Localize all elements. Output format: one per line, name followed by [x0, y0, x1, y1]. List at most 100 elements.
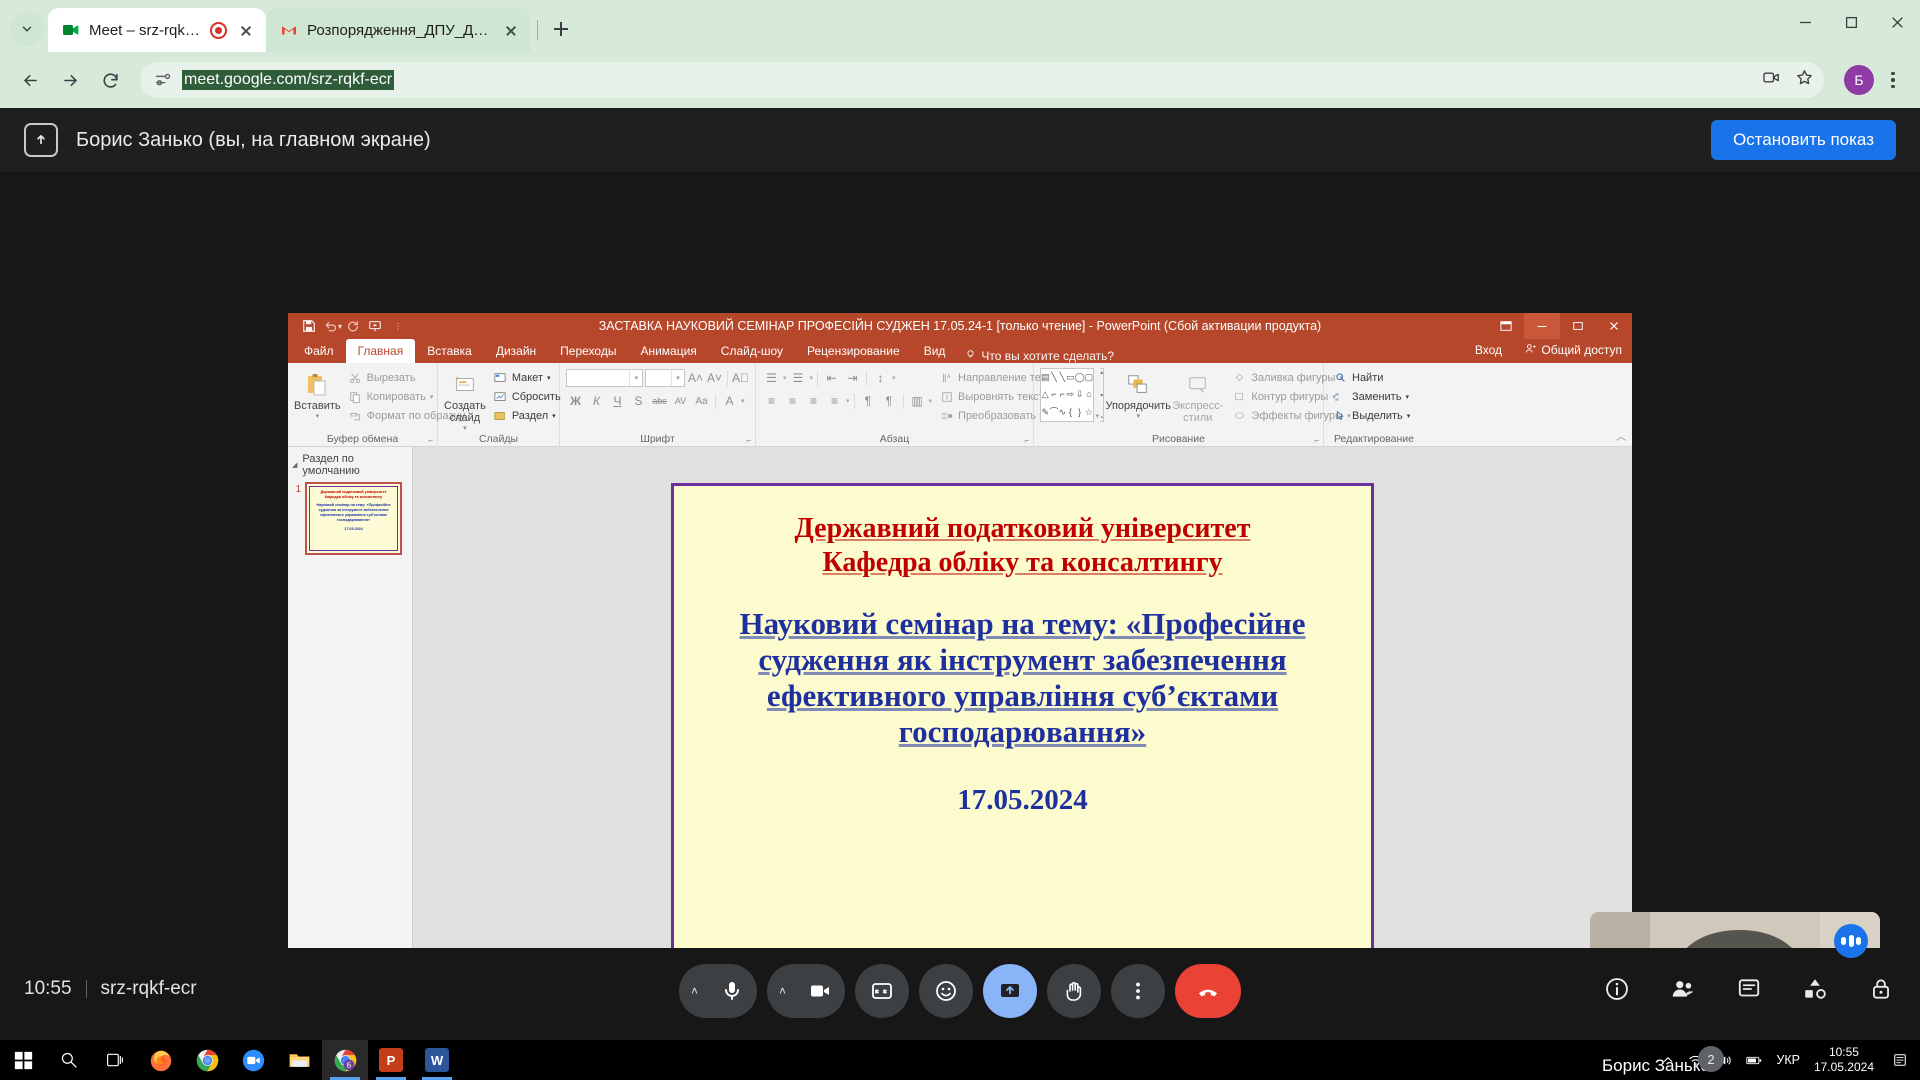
clear-formatting-button[interactable]: A⃠: [732, 369, 749, 388]
back-button[interactable]: [12, 62, 48, 98]
font-name-box[interactable]: ▾: [566, 369, 644, 387]
shapes-gallery[interactable]: ▤ ╲ ╲ ▭ ◯ ▢ △ ⌐ ⌐ ⇨ ⇩ ⌂ ✎ ⌒ ∿ {} ☆: [1040, 368, 1095, 422]
reactions-button[interactable]: [919, 964, 973, 1018]
replace-button[interactable]: ab ac Заменить ▾: [1330, 387, 1413, 406]
sign-in-link[interactable]: Вход: [1475, 343, 1502, 357]
change-case-button[interactable]: Aa: [692, 392, 711, 411]
ribbon-tab-view[interactable]: Вид: [912, 339, 958, 363]
shape-triangle-icon[interactable]: △: [1042, 390, 1049, 399]
collapse-ribbon-icon[interactable]: ︿: [1616, 428, 1626, 443]
shape-elbow-icon[interactable]: ⌐: [1051, 390, 1056, 399]
font-color-button[interactable]: A: [720, 392, 739, 411]
shape-roundrect-icon[interactable]: ▢: [1085, 373, 1094, 382]
layout-button[interactable]: Макет ▾: [490, 368, 564, 387]
word-icon[interactable]: W: [414, 1040, 460, 1080]
address-bar[interactable]: meet.google.com/srz-rqkf-ecr: [140, 62, 1824, 98]
ltr-text-direction-button[interactable]: ¶: [859, 392, 878, 411]
shadow-button[interactable]: S: [629, 392, 648, 411]
ribbon-tab-transitions[interactable]: Переходы: [548, 339, 628, 363]
camera-button[interactable]: ˄: [767, 964, 845, 1018]
font-dialog-launcher[interactable]: ⌐: [746, 436, 751, 445]
shape-elbow-arrow-icon[interactable]: ⌐: [1060, 390, 1065, 399]
stop-presenting-button[interactable]: Остановить показ: [1710, 120, 1896, 160]
reload-button[interactable]: [92, 62, 128, 98]
chevron-up-icon[interactable]: ˄: [779, 984, 786, 998]
save-icon[interactable]: [298, 316, 320, 336]
ribbon-tab-review[interactable]: Рецензирование: [795, 339, 912, 363]
drawing-dialog-launcher[interactable]: ⌐: [1314, 436, 1319, 445]
shape-curve-icon[interactable]: ⌒: [1050, 407, 1059, 417]
align-right-button[interactable]: ≡: [804, 392, 823, 411]
align-center-button[interactable]: ≡: [783, 392, 802, 411]
shape-star-icon[interactable]: ☆: [1085, 407, 1093, 417]
shape-arrow-icon[interactable]: ╲: [1060, 373, 1065, 382]
chevron-up-icon[interactable]: ˄: [691, 984, 698, 998]
customize-quick-access-icon[interactable]: ⋮: [394, 322, 402, 331]
shape-scribble-icon[interactable]: ∿: [1059, 407, 1067, 417]
shape-oval-icon[interactable]: ◯: [1075, 373, 1085, 382]
browser-menu-icon[interactable]: [1878, 62, 1908, 98]
activities-button[interactable]: [1800, 974, 1830, 1004]
slide-canvas[interactable]: Державний податковий університет Кафедра…: [671, 483, 1374, 1009]
shape-textbox-icon[interactable]: ▤: [1041, 373, 1050, 382]
ribbon-display-options-icon[interactable]: [1488, 313, 1524, 339]
character-spacing-button[interactable]: AV: [671, 392, 690, 411]
line-spacing-button[interactable]: ↕: [871, 369, 890, 388]
shapes-gallery-scrollbar[interactable]: ▴ ▾ ▪: [1100, 368, 1105, 422]
leave-call-button[interactable]: [1175, 964, 1241, 1018]
minimize-button[interactable]: [1782, 0, 1828, 44]
task-view-icon[interactable]: [92, 1040, 138, 1080]
paragraph-dialog-launcher[interactable]: ⌐: [1024, 436, 1029, 445]
strikethrough-button[interactable]: abc: [650, 392, 669, 411]
font-name-dropdown-icon[interactable]: ▾: [629, 370, 642, 386]
ribbon-tab-animations[interactable]: Анимация: [628, 339, 708, 363]
italic-button[interactable]: К: [587, 392, 606, 411]
battery-icon[interactable]: [1746, 1054, 1762, 1067]
font-color-dropdown-icon[interactable]: ▾: [741, 397, 745, 405]
chrome-profile-icon[interactable]: Б: [322, 1040, 368, 1080]
shape-left-brace-icon[interactable]: {: [1069, 407, 1072, 417]
redo-icon[interactable]: [342, 316, 364, 336]
self-view-options-icon[interactable]: [1834, 924, 1868, 958]
ribbon-tab-file[interactable]: Файл: [292, 339, 346, 363]
align-left-button[interactable]: ≡: [762, 392, 781, 411]
shapes-more-icon[interactable]: ▪: [1101, 415, 1103, 421]
file-explorer-icon[interactable]: [276, 1040, 322, 1080]
start-button[interactable]: [0, 1040, 46, 1080]
powerpoint-minimize-button[interactable]: [1524, 313, 1560, 339]
search-icon[interactable]: [46, 1040, 92, 1080]
section-header[interactable]: ◢ Раздел по умолчанию: [292, 453, 408, 477]
select-button[interactable]: Выделить ▾: [1330, 406, 1413, 425]
bold-button[interactable]: Ж: [566, 392, 585, 411]
captions-button[interactable]: [855, 964, 909, 1018]
powerpoint-close-button[interactable]: [1596, 313, 1632, 339]
close-button[interactable]: [1874, 0, 1920, 44]
host-controls-button[interactable]: [1866, 974, 1896, 1004]
numbering-button[interactable]: ☰: [789, 369, 808, 388]
forward-button[interactable]: [52, 62, 88, 98]
arrange-button[interactable]: Упорядочить ▾: [1105, 368, 1171, 420]
section-button[interactable]: Раздел ▾: [490, 406, 564, 425]
ribbon-tab-design[interactable]: Дизайн: [484, 339, 548, 363]
tab-close-icon[interactable]: [236, 20, 256, 40]
address-bar-url[interactable]: meet.google.com/srz-rqkf-ecr: [182, 70, 395, 90]
scroll-down-icon[interactable]: ▾: [1100, 392, 1103, 399]
participants-button[interactable]: [1668, 974, 1698, 1004]
new-slide-button[interactable]: Создать слайд ▾: [444, 368, 486, 432]
decrease-indent-button[interactable]: ⇤: [822, 369, 841, 388]
clipboard-dialog-launcher[interactable]: ⌐: [428, 436, 433, 445]
site-settings-icon[interactable]: [154, 71, 172, 89]
present-now-button[interactable]: [983, 964, 1037, 1018]
browser-tab-gmail[interactable]: Розпорядження_ДПУ_День ви: [266, 8, 531, 52]
shape-rectangle-icon[interactable]: ▭: [1066, 373, 1075, 382]
tab-search-icon[interactable]: [10, 12, 44, 46]
camera-permission-icon[interactable]: [1762, 68, 1781, 92]
ribbon-tab-home[interactable]: Главная: [345, 339, 416, 363]
start-slideshow-icon[interactable]: [364, 316, 386, 336]
raise-hand-button[interactable]: [1047, 964, 1101, 1018]
underline-button[interactable]: Ч: [608, 392, 627, 411]
tell-me-box[interactable]: Что вы хотите сделать?: [957, 349, 1114, 363]
scroll-up-icon[interactable]: ▴: [1100, 369, 1103, 376]
profile-avatar[interactable]: Б: [1844, 65, 1874, 95]
ribbon-tab-slideshow[interactable]: Слайд-шоу: [709, 339, 795, 363]
